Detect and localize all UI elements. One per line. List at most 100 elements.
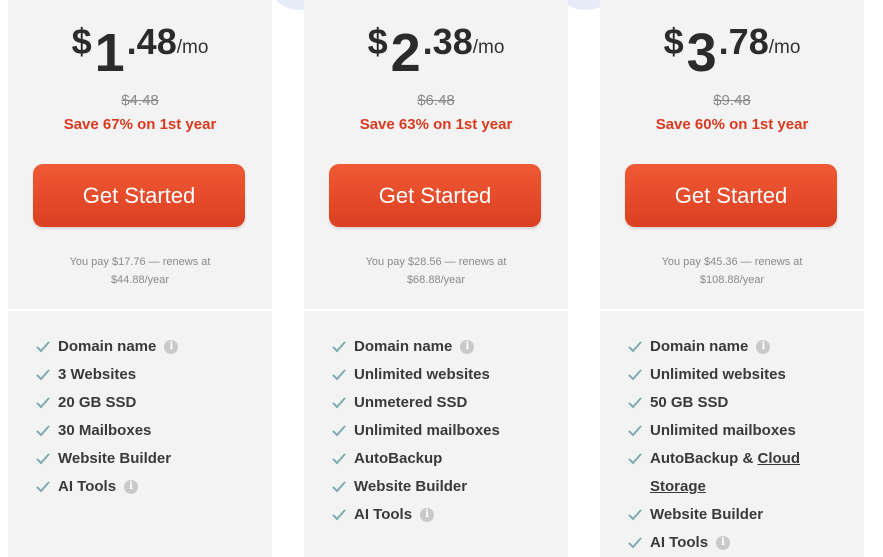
check-icon	[36, 369, 50, 381]
discount-label: Save 63% on 1st year	[359, 116, 513, 133]
feature-label: Website Builder	[650, 506, 764, 523]
price-period: /mo	[768, 37, 801, 58]
check-icon	[628, 453, 642, 465]
feature-label: Domain name	[354, 338, 453, 355]
renewal-note-line: You pay $17.76 — renews at	[69, 256, 211, 268]
feature-label: Unlimited websites	[650, 366, 786, 383]
check-icon	[332, 341, 346, 353]
info-icon[interactable]: i	[460, 340, 475, 354]
renewal-note-line: You pay $28.56 — renews at	[365, 256, 507, 268]
price-cents: .38	[422, 21, 473, 62]
info-icon[interactable]: i	[124, 480, 139, 494]
renewal-note-line: You pay $45.36 — renews at	[661, 256, 803, 268]
feature-item: Website Builder	[330, 473, 568, 501]
feature-label: AI Tools	[354, 506, 413, 523]
check-icon	[628, 425, 642, 437]
feature-item: Domain name i	[34, 333, 272, 361]
price: $2.38/mo	[304, 14, 568, 83]
check-icon	[36, 341, 50, 353]
cloud-storage-link[interactable]: Cloud	[758, 450, 801, 467]
check-icon	[332, 397, 346, 409]
feature-label: 3 Websites	[58, 366, 137, 383]
feature-label: Unmetered SSD	[354, 394, 468, 411]
feature-item: 20 GB SSD	[34, 389, 272, 417]
check-icon	[36, 453, 50, 465]
get-started-button[interactable]: Get Started	[33, 164, 245, 227]
feature-label-line: AutoBackup & Cloud	[650, 445, 864, 473]
feature-item: 3 Websites	[34, 361, 272, 389]
original-price: $6.48	[417, 92, 455, 109]
info-icon[interactable]: i	[756, 340, 771, 354]
renewal-note-line: $44.88/year	[110, 274, 170, 286]
check-icon	[332, 425, 346, 437]
plan-card-header: $3.78/mo $9.48 Save 60% on 1st year Get …	[600, 0, 864, 309]
info-icon[interactable]: i	[164, 340, 179, 354]
feature-item: Website Builder	[626, 501, 864, 529]
check-icon	[628, 341, 642, 353]
check-icon	[628, 509, 642, 521]
get-started-button[interactable]: Get Started	[625, 164, 837, 227]
feature-label: Website Builder	[58, 450, 172, 467]
feature-list: Domain name i Unlimited websites 50 GB SS…	[600, 311, 864, 557]
renewal-note: You pay $28.56 — renews at $68.88/year	[304, 253, 568, 289]
check-icon	[628, 369, 642, 381]
plan-card: $1.48/mo $4.48 Save 67% on 1st year Get …	[8, 0, 272, 557]
feature-label: AI Tools	[650, 534, 709, 551]
check-icon	[332, 481, 346, 493]
get-started-button[interactable]: Get Started	[329, 164, 541, 227]
check-icon	[332, 453, 346, 465]
feature-item: Unlimited mailboxes	[626, 417, 864, 445]
feature-item: AI Tools i	[34, 473, 272, 501]
feature-label: AutoBackup	[354, 450, 443, 467]
price-whole: 2	[390, 23, 421, 83]
price-currency: $	[367, 21, 388, 62]
feature-item: Unlimited websites	[626, 361, 864, 389]
feature-item: AutoBackup	[330, 445, 568, 473]
discount-label: Save 60% on 1st year	[655, 116, 809, 133]
renewal-note: You pay $45.36 — renews at $108.88/year	[600, 253, 864, 289]
feature-label: 20 GB SSD	[58, 394, 137, 411]
feature-item: AutoBackup & Cloud Storage	[626, 445, 864, 501]
plan-card: $2.38/mo $6.48 Save 63% on 1st year Get …	[304, 0, 568, 557]
price-cents: .78	[718, 21, 769, 62]
feature-label-line: Storage	[650, 473, 864, 501]
feature-item: Unlimited mailboxes	[330, 417, 568, 445]
original-price: $9.48	[713, 92, 751, 109]
feature-item: Website Builder	[34, 445, 272, 473]
renewal-note-line: $108.88/year	[699, 274, 765, 286]
feature-list: Domain name i 3 Websites 20 GB SSD 30 Mai…	[8, 311, 272, 501]
price-cents: .48	[126, 21, 177, 62]
price-whole: 3	[686, 23, 717, 83]
feature-label: Unlimited mailboxes	[650, 422, 796, 439]
feature-label: Unlimited mailboxes	[354, 422, 500, 439]
cloud-storage-link[interactable]: Storage	[650, 478, 706, 495]
check-icon	[628, 537, 642, 549]
check-icon	[628, 397, 642, 409]
info-icon[interactable]: i	[716, 536, 731, 550]
plan-card: $3.78/mo $9.48 Save 60% on 1st year Get …	[600, 0, 864, 557]
plan-card-header: $1.48/mo $4.48 Save 67% on 1st year Get …	[8, 0, 272, 309]
check-icon	[332, 509, 346, 521]
feature-item: Unlimited websites	[330, 361, 568, 389]
check-icon	[36, 397, 50, 409]
feature-label: 50 GB SSD	[650, 394, 729, 411]
price-whole: 1	[94, 23, 125, 83]
price-period: /mo	[472, 37, 505, 58]
discount-label: Save 67% on 1st year	[63, 116, 217, 133]
feature-label: AI Tools	[58, 478, 117, 495]
renewal-note-line: $68.88/year	[406, 274, 466, 286]
feature-item: AI Tools i	[626, 529, 864, 557]
check-icon	[36, 481, 50, 493]
renewal-note: You pay $17.76 — renews at $44.88/year	[8, 253, 272, 289]
info-icon[interactable]: i	[420, 508, 435, 522]
feature-item: Unmetered SSD	[330, 389, 568, 417]
feature-item: Domain name i	[626, 333, 864, 361]
plan-card-header: $2.38/mo $6.48 Save 63% on 1st year Get …	[304, 0, 568, 309]
original-price: $4.48	[121, 92, 159, 109]
feature-label: Website Builder	[354, 478, 468, 495]
price: $3.78/mo	[600, 14, 864, 83]
check-icon	[36, 425, 50, 437]
price-currency: $	[663, 21, 684, 62]
feature-label: Domain name	[650, 338, 749, 355]
feature-item: AI Tools i	[330, 501, 568, 529]
